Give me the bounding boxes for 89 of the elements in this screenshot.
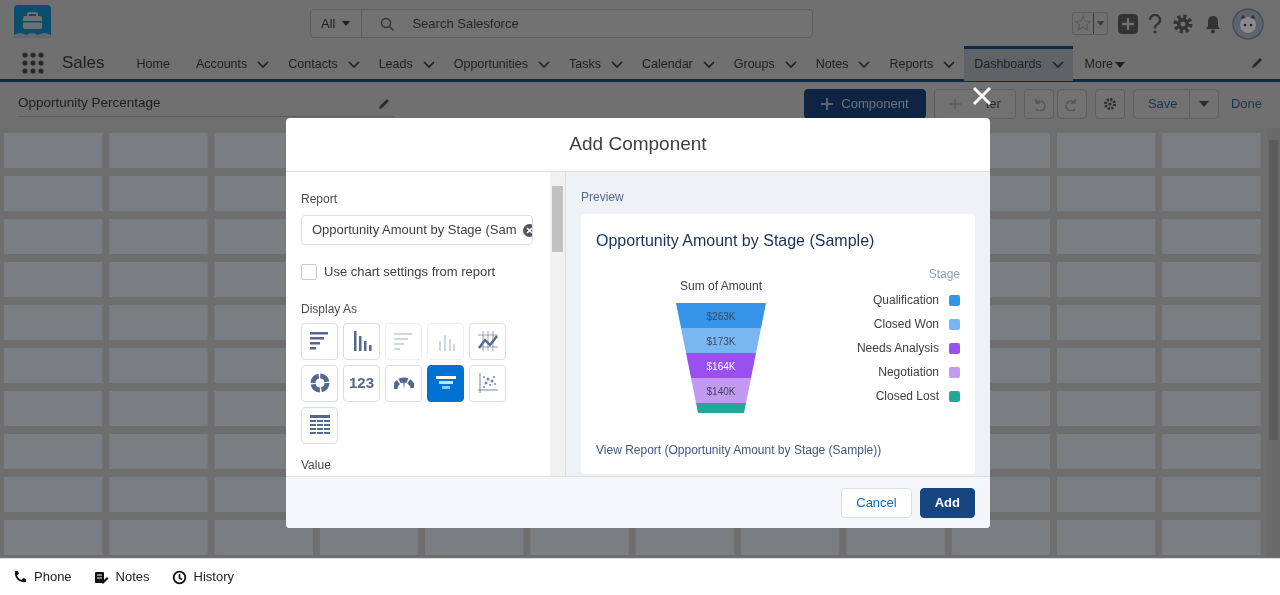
dialog-title: Add Component [569,132,707,157]
avatar-icon[interactable] [1232,7,1264,40]
save-menu-button[interactable] [1188,89,1219,119]
stacked-horizontal-bar-icon [393,331,414,351]
metric-option[interactable]: 123 [343,364,380,402]
legend-label: Needs Analysis [856,340,939,357]
nav-tab[interactable]: Reports [879,45,965,81]
cancel-button[interactable]: Cancel [841,487,912,518]
legend-label: Negotiation [878,364,939,381]
field-label: Display As [301,300,359,318]
table-icon [309,415,330,435]
gear-icon [1102,97,1117,111]
app-launcher-icon[interactable] [22,52,44,74]
scatter-chart-icon [477,373,498,393]
bell-icon[interactable] [1204,13,1222,34]
search-field[interactable]: All Search Salesforce [310,9,813,38]
nav-tab[interactable]: Dashboards [964,45,1073,81]
search-placeholder: Search Salesforce [412,14,519,33]
app-name: Sales [62,52,105,75]
edit-icon [377,96,391,111]
data-label: $140K [706,385,736,397]
checkbox[interactable] [301,263,317,280]
caret-icon [341,20,352,27]
save-button[interactable]: Save [1132,89,1190,119]
utility-bar-item[interactable]: History [171,567,234,587]
preview-label: Preview [581,189,625,206]
plus-icon [821,98,834,110]
done-button[interactable]: Done [1230,94,1262,114]
horizontal-bar-chart-option[interactable] [301,322,338,360]
search-icon [380,16,395,31]
utility-bar-item[interactable]: Phone [12,567,72,587]
utility-bar-item[interactable]: Notes [93,567,150,587]
nav-tab[interactable]: Opportunities [443,45,560,81]
clock-icon [171,569,187,585]
nav-tab[interactable]: Home [126,45,186,81]
report-field-value: Opportunity Amount by Stage (Sam [312,221,517,240]
report-field[interactable]: Opportunity Amount by Stage (Sam [301,215,533,245]
line-chart-option[interactable] [469,322,506,360]
line-chart-icon [477,331,498,351]
settings-button[interactable] [1094,89,1125,119]
vertical-bar-chart-option[interactable] [343,322,380,360]
nav-tab[interactable]: Calendar [632,45,724,81]
legend-label: Qualification [872,292,939,309]
help-icon[interactable] [1148,13,1162,34]
field-label: Value [301,456,332,474]
nav-tab[interactable]: Tasks [559,45,632,81]
notepad-icon [93,569,109,585]
chart-axis-title: Sum of Amount [679,278,762,295]
nav-tab[interactable]: Notes [805,45,880,81]
add-icon[interactable] [1118,13,1138,34]
phone-icon [12,569,27,585]
dashboard-name-field[interactable]: Opportunity Percentage [18,91,395,117]
add-button[interactable]: Add [919,487,975,518]
legend-label: Closed Lost [875,388,939,405]
view-report-link[interactable]: View Report (Opportunity Amount by Stage (Sample)) [596,441,882,459]
legend-title: Stage [928,266,960,283]
caret-icon [1093,13,1107,34]
scatter-chart-option[interactable] [469,364,506,402]
nav-tab[interactable]: Groups [723,45,806,81]
vertical-bar-chart-icon [351,331,372,351]
star-icon [1073,13,1093,34]
field-label: Report [301,191,339,208]
legend-label: Closed Won [873,316,939,333]
caret-icon [1198,101,1209,107]
gauge-option[interactable] [385,364,422,402]
data-label: $173K [706,335,736,347]
data-label: $263K [706,310,736,322]
checkbox-label: Use chart settings from report [324,263,496,281]
add-component-button[interactable]: Component [803,89,926,119]
donut-chart-option[interactable] [301,364,338,402]
redo-icon [1064,97,1079,111]
dashboard-name-text: Opportunity Percentage [18,94,161,113]
chart-title: Opportunity Amount by Stage (Sample) [596,231,876,251]
data-label: $164K [706,360,736,372]
page-scrollbar[interactable] [1267,128,1280,557]
nav-tab[interactable]: More [1072,45,1135,81]
horizontal-bar-chart-icon [309,331,330,351]
nav-tab[interactable]: Contacts [278,45,369,81]
table-option[interactable] [301,406,338,444]
clear-icon[interactable] [522,223,532,237]
funnel-chart-option[interactable] [427,364,464,402]
panel-scrollbar[interactable] [550,172,565,476]
donut-chart-icon [309,373,330,393]
edit-icon[interactable] [1250,56,1264,70]
favorites-button[interactable] [1072,12,1108,35]
settings-icon[interactable] [1172,12,1194,35]
nav-tab[interactable]: Accounts [185,45,279,81]
scope-dropdown-label[interactable]: All [321,13,336,34]
nav-tab[interactable]: Leads [368,45,444,81]
